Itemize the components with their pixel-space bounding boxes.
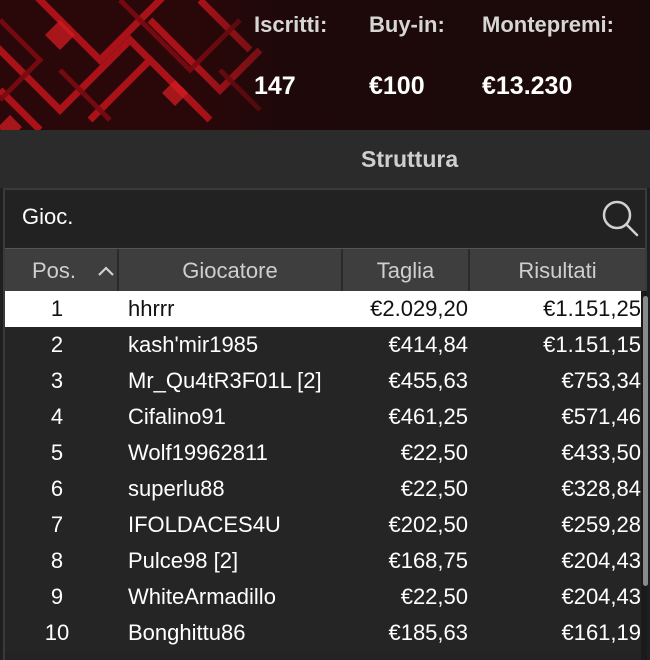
row-size: €168,75: [388, 548, 468, 573]
row-size: €2.029,20: [370, 296, 468, 321]
buyin-value: €100: [369, 72, 425, 100]
chevron-up-icon[interactable]: [97, 265, 115, 277]
row-size: €22,50: [400, 476, 468, 501]
row-player: superlu88: [128, 476, 225, 501]
row-player: hhrrr: [128, 296, 175, 321]
table-row[interactable]: 1 hhrrr €2.029,20 €1.151,25: [5, 291, 641, 327]
table-row[interactable]: 5 Wolf19962811 €22,50 €433,50: [5, 435, 641, 471]
table-row[interactable]: 9 WhiteArmadillo €22,50 €204,43: [5, 579, 641, 615]
row-player: IFOLDACES4U: [128, 512, 281, 537]
buyin-label: Buy-in:: [369, 12, 445, 37]
table-row[interactable]: 2 kash'mir1985 €414,84 €1.151,15: [5, 327, 641, 363]
row-result: €161,19: [561, 620, 641, 645]
row-result: €259,28: [561, 512, 641, 537]
row-size: €414,84: [388, 332, 468, 357]
player-search-input[interactable]: [5, 190, 645, 244]
table-row[interactable]: 3 Mr_Qu4tR3F01L [2] €455,63 €753,34: [5, 363, 641, 399]
scrollbar-thumb[interactable]: [643, 296, 648, 586]
column-header-position[interactable]: Pos.: [5, 249, 119, 291]
table-header: Pos. Giocatore Taglia Risultati: [5, 248, 645, 291]
row-position: 5: [50, 440, 64, 465]
row-player: Bonghittu86: [128, 620, 246, 645]
row-player: Mr_Qu4tR3F01L [2]: [128, 368, 322, 393]
table-row[interactable]: 4 Cifalino91 €461,25 €571,46: [5, 399, 641, 435]
row-player: kash'mir1985: [128, 332, 259, 357]
row-size: €202,50: [388, 512, 468, 537]
row-size: €22,50: [400, 440, 468, 465]
row-result: €328,84: [561, 476, 641, 501]
row-position: 1: [50, 296, 64, 321]
row-result: €433,50: [561, 440, 641, 465]
column-header-player[interactable]: Giocatore: [119, 249, 343, 291]
row-result: €1.151,15: [543, 332, 641, 357]
row-result: €204,43: [561, 548, 641, 573]
column-header-size[interactable]: Taglia: [343, 249, 470, 291]
row-position: 7: [50, 512, 64, 537]
table-row[interactable]: 7 IFOLDACES4U €202,50 €259,28: [5, 507, 641, 543]
row-size: €185,63: [388, 620, 468, 645]
section-bar: [0, 130, 650, 188]
table-row[interactable]: 10 Bonghittu86 €185,63 €161,19: [5, 615, 641, 651]
prizepool-label: Montepremi:: [482, 12, 614, 37]
entrants-value: 147: [254, 72, 296, 100]
row-position: 4: [50, 404, 64, 429]
column-header-position-label: Pos.: [32, 258, 77, 283]
row-result: €753,34: [561, 368, 641, 393]
row-size: €461,25: [388, 404, 468, 429]
row-position: 3: [50, 368, 64, 393]
row-position: 6: [50, 476, 64, 501]
row-player: WhiteArmadillo: [128, 584, 276, 609]
row-size: €455,63: [388, 368, 468, 393]
row-position: 10: [44, 620, 70, 645]
row-size: €22,50: [400, 584, 468, 609]
prizepool-value: €13.230: [482, 72, 573, 100]
table-row[interactable]: 6 superlu88 €22,50 €328,84: [5, 471, 641, 507]
table-row[interactable]: 8 Pulce98 [2] €168,75 €204,43: [5, 543, 641, 579]
row-result: €204,43: [561, 584, 641, 609]
search-icon[interactable]: [600, 198, 640, 238]
row-result: €571,46: [561, 404, 641, 429]
entrants-label: Iscritti:: [254, 12, 328, 37]
players-table-body: 1 hhrrr €2.029,20 €1.151,25 2 kash'mir19…: [5, 291, 641, 651]
row-result: €1.151,25: [543, 296, 641, 321]
row-position: 8: [50, 548, 64, 573]
row-player: Cifalino91: [128, 404, 226, 429]
row-position: 2: [50, 332, 64, 357]
row-player: Wolf19962811: [128, 440, 268, 465]
row-player: Pulce98 [2]: [128, 548, 239, 573]
row-position: 9: [50, 584, 64, 609]
tab-structure[interactable]: Struttura: [361, 146, 458, 173]
column-header-results[interactable]: Risultati: [470, 249, 645, 291]
